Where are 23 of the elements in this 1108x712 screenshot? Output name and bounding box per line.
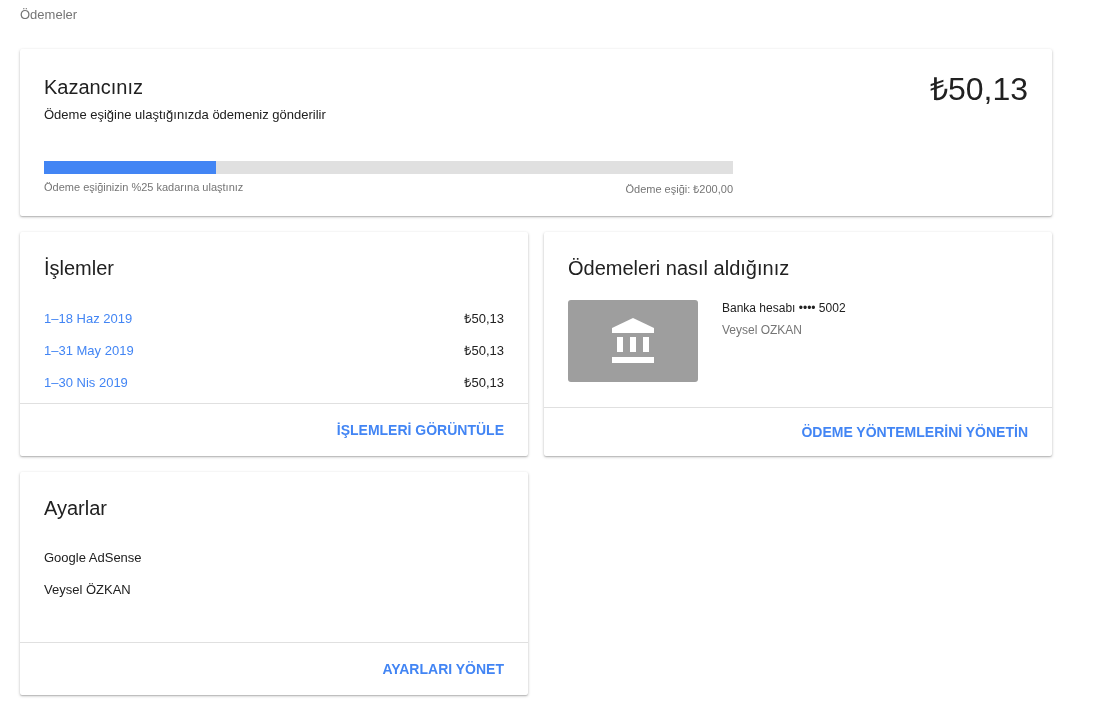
- card-subtitle: Ödeme eşiğine ulaştığınızda ödemeniz gönderilir: [44, 107, 327, 123]
- threshold-label: Ödeme eşiği: ₺200,00: [625, 182, 733, 196]
- transaction-amount: ₺50,13: [464, 342, 504, 359]
- transaction-amount: ₺50,13: [464, 374, 504, 391]
- period-link[interactable]: 1–30 Nis 2019: [44, 374, 128, 390]
- view-transactions-button[interactable]: İŞLEMLERİ GÖRÜNTÜLE: [336, 418, 504, 442]
- card-title: Ödemeleri nasıl aldığınız: [568, 256, 791, 281]
- card-title: Kazancınız: [44, 75, 144, 100]
- progress-label: Ödeme eşiğinizin %25 kadarına ulaştınız: [44, 181, 244, 195]
- card-title: Ayarlar: [44, 496, 108, 521]
- settings-item: Veysel ÖZKAN: [44, 581, 132, 599]
- period-link[interactable]: 1–18 Haz 2019: [44, 310, 133, 326]
- card-title: İşlemler: [44, 256, 115, 281]
- breadcrumb: Ödemeler: [20, 6, 79, 23]
- period-link[interactable]: 1–31 May 2019: [44, 342, 134, 358]
- bank-icon: [612, 318, 654, 364]
- earnings-amount: ₺50,13: [929, 70, 1028, 109]
- account-holder: Veysel OZKAN: [722, 323, 804, 337]
- manage-payment-methods-button[interactable]: ÖDEME YÖNTEMLERİNİ YÖNETİN: [801, 420, 1028, 444]
- bank-account: Banka hesabı •••• 5002: [722, 301, 846, 315]
- transaction-amount: ₺50,13: [464, 310, 504, 327]
- manage-settings-button[interactable]: AYARLARI YÖNET: [382, 657, 504, 681]
- settings-item: Google AdSense: [44, 549, 143, 567]
